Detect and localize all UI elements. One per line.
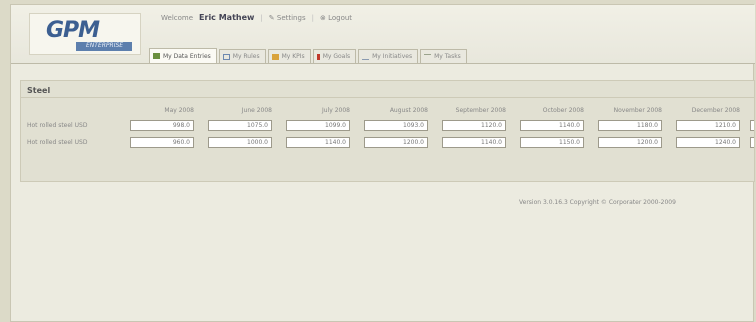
value-input[interactable]: 1180.0 bbox=[598, 120, 662, 131]
logo-sub: ENTERPRISE bbox=[86, 42, 124, 49]
tasks-icon bbox=[424, 53, 432, 60]
month-header: August 2008 bbox=[389, 107, 428, 114]
logo: GPM ENTERPRISE bbox=[29, 13, 141, 55]
value-input[interactable]: 1140.0 bbox=[286, 137, 350, 148]
month-header: May 2008 bbox=[164, 107, 194, 114]
month-header: July 2008 bbox=[322, 107, 350, 114]
settings-label: Settings bbox=[276, 13, 306, 22]
steel-panel: Steel May 2008 June 2008 July 2008 Augus… bbox=[20, 80, 755, 182]
tab-my-tasks[interactable]: My Tasks bbox=[420, 49, 467, 63]
value-input[interactable]: 1200.0 bbox=[598, 137, 662, 148]
tab-label: My Rules bbox=[232, 53, 260, 60]
value-input[interactable]: 1240.0 bbox=[676, 137, 740, 148]
value-input[interactable]: 1140.0 bbox=[520, 120, 584, 131]
rules-icon bbox=[222, 53, 230, 60]
month-header: October 2008 bbox=[542, 107, 584, 114]
kpi-icon bbox=[271, 53, 279, 60]
value-input[interactable]: 1140.0 bbox=[442, 137, 506, 148]
user-name[interactable]: Eric Mathew bbox=[199, 13, 254, 22]
data-entry-icon bbox=[153, 53, 160, 59]
tab-my-kpis[interactable]: My KPIs bbox=[267, 49, 311, 63]
tab-label: My Goals bbox=[322, 53, 351, 60]
table-row: Hot rolled steel USD 998.0 1075.0 1099.0… bbox=[21, 120, 754, 132]
value-input[interactable]: 1075.0 bbox=[208, 120, 272, 131]
tab-label: My KPIs bbox=[281, 53, 305, 60]
divider: | bbox=[260, 13, 263, 22]
value-input[interactable]: 1000.0 bbox=[208, 137, 272, 148]
settings-link[interactable]: ✎ Settings bbox=[269, 14, 306, 22]
month-header: September 2008 bbox=[455, 107, 506, 114]
month-header: June 2008 bbox=[241, 107, 272, 114]
value-input-partial[interactable] bbox=[750, 137, 754, 148]
tab-baseline bbox=[11, 63, 755, 64]
value-input[interactable]: 1210.0 bbox=[676, 120, 740, 131]
tab-bar: My Data Entries My Rules My KPIs My Goal… bbox=[149, 48, 467, 63]
tab-my-rules[interactable]: My Rules bbox=[218, 49, 266, 63]
value-input[interactable]: 1099.0 bbox=[286, 120, 350, 131]
month-header: December 2008 bbox=[691, 107, 740, 114]
month-header: November 2008 bbox=[613, 107, 662, 114]
row-label: Hot rolled steel USD bbox=[27, 122, 88, 129]
table-row: Hot rolled steel USD 960.0 1000.0 1140.0… bbox=[21, 137, 754, 149]
value-input[interactable]: 998.0 bbox=[130, 120, 194, 131]
header: GPM ENTERPRISE Welcome Eric Mathew | ✎ S… bbox=[11, 5, 755, 63]
welcome-text: Welcome bbox=[161, 13, 194, 22]
initiatives-icon bbox=[362, 54, 370, 60]
user-bar: Welcome Eric Mathew | ✎ Settings | ⊗ Log… bbox=[161, 13, 352, 22]
logo-text: GPM bbox=[46, 18, 100, 43]
value-input[interactable]: 1093.0 bbox=[364, 120, 428, 131]
tab-my-data-entries[interactable]: My Data Entries bbox=[149, 48, 217, 63]
divider: | bbox=[311, 13, 314, 22]
logout-link[interactable]: ⊗ Logout bbox=[320, 14, 352, 22]
value-input-partial[interactable] bbox=[750, 120, 754, 131]
month-header-row: May 2008 June 2008 July 2008 August 2008… bbox=[21, 107, 754, 117]
tab-label: My Initiatives bbox=[372, 53, 413, 60]
tab-label: My Data Entries bbox=[163, 52, 211, 60]
value-input[interactable]: 1150.0 bbox=[520, 137, 584, 148]
tab-my-initiatives[interactable]: My Initiatives bbox=[358, 49, 419, 63]
value-input[interactable]: 960.0 bbox=[130, 137, 194, 148]
app-window: GPM ENTERPRISE Welcome Eric Mathew | ✎ S… bbox=[10, 4, 755, 322]
divider bbox=[21, 97, 754, 98]
settings-icon: ✎ bbox=[268, 13, 275, 22]
tab-my-goals[interactable]: My Goals bbox=[312, 49, 357, 63]
value-input[interactable]: 1120.0 bbox=[442, 120, 506, 131]
row-label: Hot rolled steel USD bbox=[27, 139, 88, 146]
version-copyright: Version 3.0.16.3 Copyright © Corporater … bbox=[519, 199, 676, 206]
goals-icon bbox=[316, 53, 320, 60]
logout-icon: ⊗ bbox=[319, 13, 326, 22]
logout-label: Logout bbox=[328, 13, 353, 22]
panel-title: Steel bbox=[27, 86, 51, 95]
value-input[interactable]: 1200.0 bbox=[364, 137, 428, 148]
tab-label: My Tasks bbox=[434, 53, 461, 60]
